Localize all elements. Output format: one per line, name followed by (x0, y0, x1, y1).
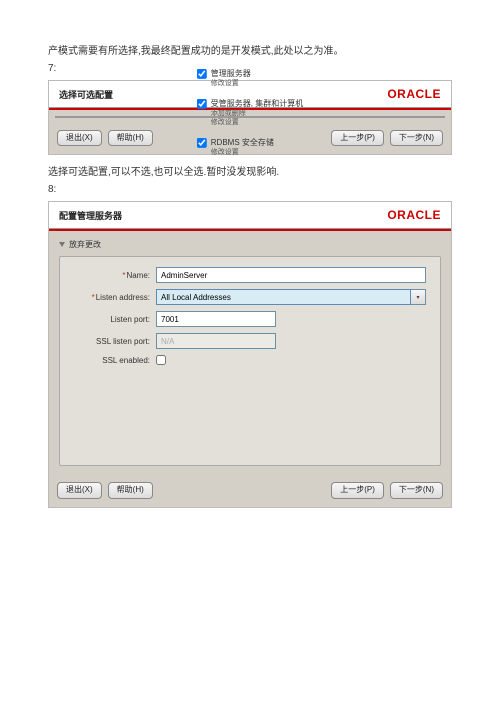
select-listen-address[interactable]: ▾ (156, 289, 426, 305)
input-ssl-port (156, 333, 276, 349)
opt-rdbms-label: RDBMS 安全存储 (211, 137, 274, 148)
opt-managed-servers-sub-1: 修改设置 (211, 118, 239, 127)
opt-managed-servers-checkbox[interactable] (197, 98, 207, 108)
oracle-logo: ORACLE (387, 87, 441, 101)
wizard-screen-7: 选择可选配置 ORACLE 管理服务器 修改设置 受管服务器, 集群和计算机 添… (48, 80, 452, 155)
discard-changes-label: 放弃更改 (69, 239, 101, 250)
row-ssl-port: SSL listen port: (74, 333, 426, 349)
exit-button[interactable]: 退出(X) (57, 130, 102, 146)
opt-rdbms-checkbox[interactable] (197, 138, 207, 148)
opt-rdbms-sub-0: 修改设置 (211, 148, 239, 157)
input-name[interactable] (156, 267, 426, 283)
step-label-8: 8: (48, 184, 452, 195)
opt-managed-servers-sub-0: 添加或删除 (211, 109, 246, 118)
row-listen-address: *Listen address: ▾ (74, 289, 426, 305)
wizard-body-7: 管理服务器 修改设置 受管服务器, 集群和计算机 添加或删除 修改设置 RDBM… (55, 116, 445, 118)
opt-managed-servers: 受管服务器, 集群和计算机 添加或删除 修改设置 (197, 98, 303, 127)
next-button-8[interactable]: 下一步(N) (390, 482, 443, 498)
opt-admin-server: 管理服务器 修改设置 (197, 68, 251, 88)
opt-admin-server-sub-0: 修改设置 (211, 79, 239, 88)
opt-managed-servers-label: 受管服务器, 集群和计算机 (211, 98, 303, 109)
opt-rdbms: RDBMS 安全存储 修改设置 (197, 137, 274, 157)
oracle-logo-8: ORACLE (387, 208, 441, 222)
wizard-header-8: 配置管理服务器 ORACLE (49, 202, 451, 229)
wizard-title-8: 配置管理服务器 (59, 209, 122, 222)
wizard-screen-8: 配置管理服务器 ORACLE 放弃更改 *Name: *Listen addre… (48, 201, 452, 507)
opt-admin-server-row[interactable]: 管理服务器 (197, 68, 251, 79)
help-button-8[interactable]: 帮助(H) (108, 482, 153, 498)
row-ssl-enabled: SSL enabled: (74, 355, 426, 365)
opt-admin-server-label: 管理服务器 (211, 68, 251, 79)
input-listen-port[interactable] (156, 311, 276, 327)
opt-admin-server-checkbox[interactable] (197, 68, 207, 78)
label-ssl-port: SSL listen port: (74, 337, 156, 346)
checkbox-ssl-enabled[interactable] (156, 355, 166, 365)
prev-button[interactable]: 上一步(P) (331, 130, 384, 146)
opt-rdbms-row[interactable]: RDBMS 安全存储 (197, 137, 274, 148)
label-name: *Name: (74, 271, 156, 280)
wizard-title-7: 选择可选配置 (59, 88, 113, 101)
optional-config-options: 管理服务器 修改设置 受管服务器, 集群和计算机 添加或删除 修改设置 RDBM… (197, 68, 303, 157)
doc-text-before-7: 产模式需要有所选择,我最终配置成功的是开发模式,此处以之为准。 (48, 44, 452, 59)
dropdown-arrow-icon[interactable]: ▾ (411, 289, 426, 305)
row-name: *Name: (74, 267, 426, 283)
admin-server-form: *Name: *Listen address: ▾ Listen port: S… (59, 256, 441, 466)
label-listen-address: *Listen address: (74, 293, 156, 302)
next-button[interactable]: 下一步(N) (390, 130, 443, 146)
opt-managed-servers-row[interactable]: 受管服务器, 集群和计算机 (197, 98, 303, 109)
row-listen-port: Listen port: (74, 311, 426, 327)
prev-button-8[interactable]: 上一步(P) (331, 482, 384, 498)
discard-changes-toggle[interactable]: 放弃更改 (59, 239, 441, 250)
chevron-down-icon (59, 242, 65, 247)
exit-button-8[interactable]: 退出(X) (57, 482, 102, 498)
help-button[interactable]: 帮助(H) (108, 130, 153, 146)
select-listen-address-value[interactable] (156, 289, 411, 305)
doc-text-before-8: 选择可选配置,可以不选,也可以全选.暂时没发现影响. (48, 165, 452, 180)
label-listen-port: Listen port: (74, 315, 156, 324)
label-ssl-enabled: SSL enabled: (74, 356, 156, 365)
wizard-footer-8: 退出(X) 帮助(H) 上一步(P) 下一步(N) (49, 476, 451, 506)
wizard-body-8: 放弃更改 *Name: *Listen address: ▾ Listen po… (49, 231, 451, 476)
